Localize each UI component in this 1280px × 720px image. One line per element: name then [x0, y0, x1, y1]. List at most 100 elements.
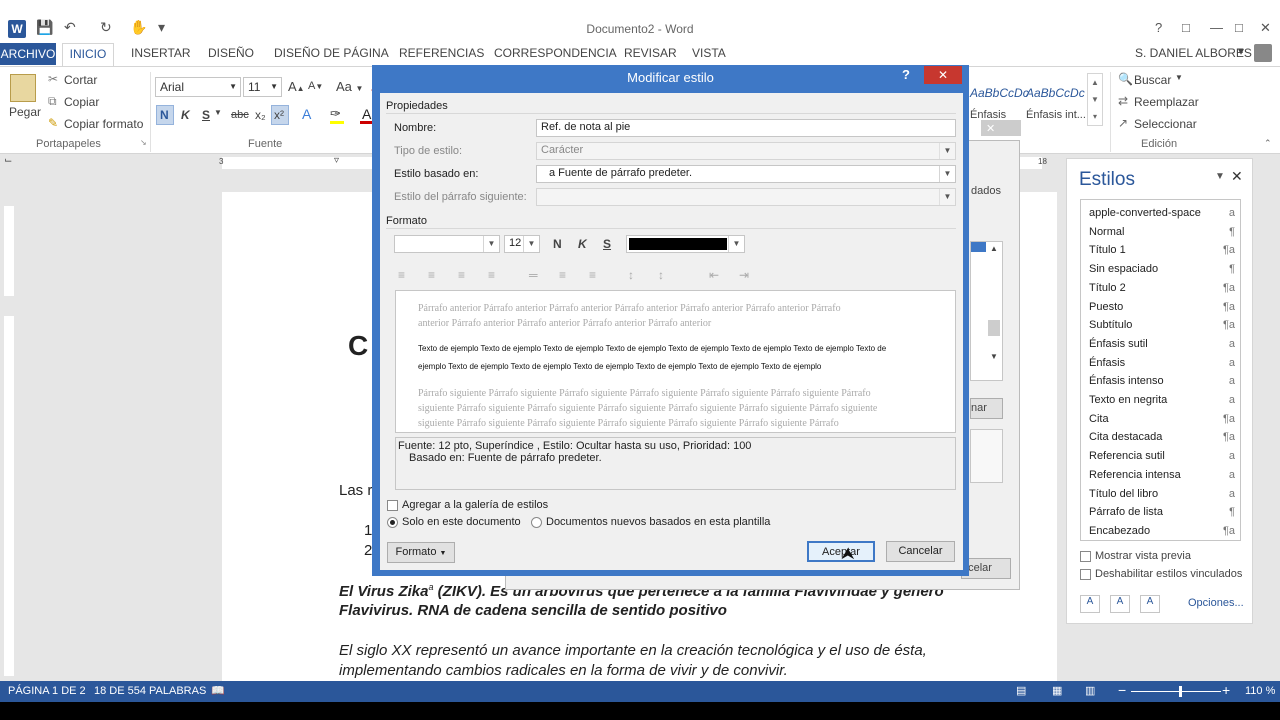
style-list-item[interactable]: Título del libro a [1089, 485, 1239, 503]
read-mode-icon[interactable]: ▤ [1016, 684, 1026, 697]
next-style-select[interactable]: ▼ [536, 188, 956, 206]
increase-spacing-icon[interactable]: ↕ [628, 268, 634, 282]
bold-button[interactable]: N [160, 108, 169, 122]
style-list-item[interactable]: Sin espaciado ¶ [1089, 260, 1239, 278]
maximize-icon[interactable]: □ [1235, 20, 1243, 35]
italic-button[interactable]: K [578, 237, 587, 251]
align-left-icon[interactable]: ≡ [398, 268, 405, 282]
zoom-slider-thumb[interactable] [1179, 686, 1182, 697]
superscript-button[interactable]: x² [274, 108, 284, 122]
tab-vista[interactable]: VISTA [692, 46, 726, 60]
find-icon[interactable]: 🔍 [1118, 72, 1133, 86]
replace-button[interactable]: Reemplazar [1134, 95, 1199, 109]
zoom-level[interactable]: 110 % [1245, 685, 1275, 697]
add-to-gallery-checkbox[interactable] [387, 500, 398, 511]
italic-button[interactable]: K [181, 108, 190, 122]
page-indicator[interactable]: PÁGINA 1 DE 2 [8, 685, 86, 697]
ribbon-display-icon[interactable]: □ [1182, 20, 1190, 35]
style-gallery-preview-2[interactable]: AaBbCcDc [1026, 86, 1085, 100]
font-name-select[interactable]: ▼ [394, 235, 500, 253]
decrease-indent-icon[interactable]: ⇤ [709, 268, 719, 282]
chevron-down-icon[interactable]: ▼ [728, 236, 744, 252]
bold-button[interactable]: N [553, 237, 562, 251]
word-count[interactable]: 18 DE 554 PALABRAS [94, 685, 206, 697]
tab-referencias[interactable]: REFERENCIAS [399, 46, 484, 60]
vertical-ruler[interactable] [0, 171, 18, 681]
tab-revisar[interactable]: REVISAR [624, 46, 677, 60]
styles-list[interactable]: apple-converted-space a Normal ¶ Título 1 ¶a S… [1080, 199, 1241, 541]
style-list-item[interactable]: apple-converted-space a [1089, 204, 1239, 222]
copy-button[interactable]: Copiar [64, 95, 99, 109]
user-dropdown-icon[interactable]: ▾ [1238, 44, 1244, 58]
chevron-down-icon[interactable]: ▼ [483, 236, 499, 252]
underline-button[interactable]: S [603, 237, 611, 251]
style-list-item[interactable]: Cita ¶a [1089, 410, 1239, 428]
replace-icon[interactable]: ⇄ [1118, 94, 1128, 108]
background-button-1[interactable]: nar [970, 398, 1003, 419]
chevron-down-icon[interactable]: ▼ [1215, 171, 1225, 182]
highlight-icon[interactable]: ✑ [330, 106, 341, 122]
print-layout-icon[interactable]: ▦ [1052, 684, 1062, 697]
chevron-down-icon[interactable]: ▼ [939, 166, 955, 182]
new-documents-radio[interactable] [531, 517, 542, 528]
style-list-item[interactable]: Énfasis sutil a [1089, 335, 1239, 353]
proofing-icon[interactable]: 📖 [211, 684, 225, 697]
close-window-icon[interactable]: ✕ [1260, 20, 1271, 36]
disable-linked-checkbox[interactable] [1080, 569, 1091, 580]
minimize-icon[interactable]: — [1210, 20, 1223, 35]
tab-archivo[interactable]: ARCHIVO [0, 43, 56, 65]
paste-button[interactable]: Pegar [9, 105, 41, 119]
style-list-item[interactable]: Título 1 ¶a [1089, 241, 1239, 259]
close-icon[interactable]: ✕ [1231, 168, 1243, 185]
options-link[interactable]: Opciones... [1188, 597, 1244, 609]
cut-button[interactable]: Cortar [64, 73, 97, 87]
cut-icon[interactable]: ✂ [48, 72, 58, 86]
subscript-button[interactable]: x₂ [255, 108, 266, 122]
style-list-item[interactable]: Texto en negrita a [1089, 391, 1239, 409]
chevron-down-icon[interactable]: ▼ [229, 82, 237, 91]
style-list-item[interactable]: Encabezado ¶a [1089, 522, 1239, 540]
zoom-out-icon[interactable]: − [1118, 682, 1126, 698]
decrease-spacing-icon[interactable]: ↕ [658, 268, 664, 282]
justify-icon[interactable]: ≡ [488, 268, 495, 282]
name-input[interactable]: Ref. de nota al pie [536, 119, 956, 137]
select-icon[interactable]: ↗ [1118, 116, 1128, 130]
zoom-in-icon[interactable]: + [1222, 682, 1230, 698]
manage-styles-icon[interactable]: A [1140, 595, 1160, 613]
tab-selector-icon[interactable]: ⌙ [4, 155, 12, 166]
style-type-select[interactable]: Carácter ▼ [536, 142, 956, 160]
dialog-help-button[interactable]: ? [902, 67, 910, 82]
web-layout-icon[interactable]: ▥ [1085, 684, 1095, 697]
shrink-font-icon[interactable]: A▼ [308, 80, 323, 92]
chevron-down-icon[interactable]: ▼ [523, 236, 539, 252]
scroll-up-icon[interactable]: ▲ [990, 244, 998, 253]
grow-font-icon[interactable]: A▲ [288, 79, 305, 94]
increase-indent-icon[interactable]: ⇥ [739, 268, 749, 282]
dialog-close-button[interactable]: ✕ [924, 66, 962, 84]
change-case-button[interactable]: Aa ▼ [336, 79, 363, 94]
based-on-select[interactable]: a Fuente de párrafo predeter. ▼ [536, 165, 956, 183]
style-list-item[interactable]: Referencia intensa a [1089, 466, 1239, 484]
style-list-item[interactable]: Puesto ¶a [1089, 298, 1239, 316]
chevron-down-icon[interactable]: ▼ [1175, 73, 1183, 82]
style-gallery-preview-1[interactable]: AaBbCcDc [970, 86, 1029, 100]
new-style-icon[interactable]: A [1080, 595, 1100, 613]
underline-button[interactable]: S [202, 108, 210, 122]
single-spacing-icon[interactable]: ═ [529, 268, 538, 282]
style-list-item[interactable]: Subtítulo ¶a [1089, 316, 1239, 334]
indent-marker-icon[interactable]: ▿ [334, 155, 339, 166]
show-preview-checkbox[interactable] [1080, 551, 1091, 562]
chevron-down-icon[interactable]: ▼ [214, 108, 222, 117]
help-icon[interactable]: ? [1155, 20, 1162, 35]
scroll-thumb[interactable] [988, 320, 1000, 336]
style-list-item[interactable]: Énfasis intenso a [1089, 372, 1239, 390]
strikethrough-button[interactable]: abc [231, 109, 249, 121]
font-color-select[interactable]: ▼ [626, 235, 745, 253]
font-color-icon[interactable]: A [362, 106, 371, 122]
chevron-down-icon[interactable]: ▼ [270, 82, 278, 91]
collapse-ribbon-icon[interactable]: ⌃ [1264, 138, 1272, 149]
clipboard-launcher-icon[interactable]: ↘ [140, 138, 147, 147]
tab-diseno-pagina[interactable]: DISEÑO DE PÁGINA [274, 46, 389, 60]
paste-icon[interactable] [10, 74, 36, 102]
format-painter-icon[interactable]: ✎ [48, 116, 58, 130]
